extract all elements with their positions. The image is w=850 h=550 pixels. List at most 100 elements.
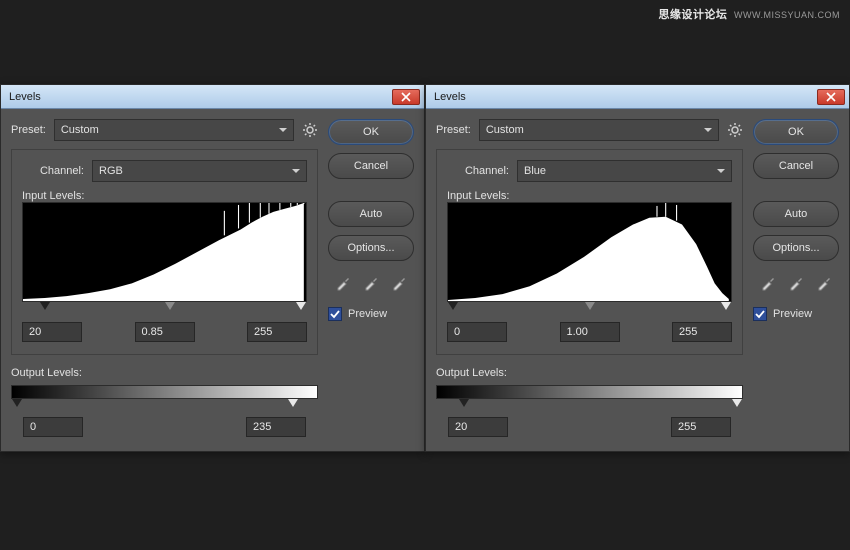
preset-value: Custom xyxy=(486,124,524,136)
dialog-right: OK Cancel Auto Options... Preview xyxy=(753,119,839,437)
input-values: 0 1.00 255 xyxy=(447,322,732,342)
output-slider-track[interactable] xyxy=(436,399,743,413)
preset-select[interactable]: Custom xyxy=(479,119,719,141)
input-gamma-field[interactable]: 1.00 xyxy=(560,322,620,342)
preset-menu-button[interactable] xyxy=(302,122,318,138)
eyedropper-icon xyxy=(760,275,776,291)
input-values: 20 0.85 255 xyxy=(22,322,307,342)
cancel-button[interactable]: Cancel xyxy=(753,153,839,179)
histogram-svg xyxy=(23,203,306,301)
auto-button[interactable]: Auto xyxy=(328,201,414,227)
options-button[interactable]: Options... xyxy=(753,235,839,261)
preset-select[interactable]: Custom xyxy=(54,119,294,141)
spacer xyxy=(328,187,414,193)
white-eyedropper[interactable] xyxy=(814,273,834,293)
output-black-slider[interactable] xyxy=(12,399,22,412)
gear-icon xyxy=(728,123,742,137)
preview-checkbox[interactable] xyxy=(328,307,342,321)
close-icon xyxy=(826,92,836,102)
channel-group: Channel: Blue Input Levels: xyxy=(436,149,743,355)
dialog-title: Levels xyxy=(434,91,466,103)
output-levels-label: Output Levels: xyxy=(436,367,743,379)
channel-label: Channel: xyxy=(447,165,509,177)
black-eyedropper[interactable] xyxy=(333,273,353,293)
eyedropper-row xyxy=(328,273,414,293)
cancel-button[interactable]: Cancel xyxy=(328,153,414,179)
gray-eyedropper[interactable] xyxy=(361,273,381,293)
preset-label: Preset: xyxy=(436,124,471,136)
white-point-slider[interactable] xyxy=(296,302,306,315)
dialog-body: Preset: Custom Channel: Blue Input Level… xyxy=(426,109,849,451)
black-point-slider[interactable] xyxy=(40,302,50,315)
histogram-svg xyxy=(448,203,731,301)
auto-button[interactable]: Auto xyxy=(753,201,839,227)
histogram xyxy=(22,202,307,302)
input-black-field[interactable]: 0 xyxy=(447,322,507,342)
output-slider-track[interactable] xyxy=(11,399,318,413)
output-black-field[interactable]: 0 xyxy=(23,417,83,437)
titlebar[interactable]: Levels xyxy=(426,85,849,109)
eyedropper-icon xyxy=(816,275,832,291)
input-gamma-field[interactable]: 0.85 xyxy=(135,322,195,342)
channel-group: Channel: RGB Input Levels: xyxy=(11,149,318,355)
preset-label: Preset: xyxy=(11,124,46,136)
input-black-field[interactable]: 20 xyxy=(22,322,82,342)
spacer xyxy=(753,187,839,193)
black-eyedropper[interactable] xyxy=(758,273,778,293)
output-values: 20 255 xyxy=(436,417,743,437)
channel-value: RGB xyxy=(99,165,123,177)
titlebar[interactable]: Levels xyxy=(1,85,424,109)
output-white-field[interactable]: 255 xyxy=(671,417,731,437)
preset-value: Custom xyxy=(61,124,99,136)
input-white-field[interactable]: 255 xyxy=(672,322,732,342)
levels-dialog: Levels Preset: Custom Channel: RGB xyxy=(0,84,425,452)
white-eyedropper[interactable] xyxy=(389,273,409,293)
channel-select[interactable]: RGB xyxy=(92,160,307,182)
ok-button[interactable]: OK xyxy=(328,119,414,145)
preset-row: Preset: Custom xyxy=(436,119,743,141)
channel-label: Channel: xyxy=(22,165,84,177)
output-black-slider[interactable] xyxy=(459,399,469,412)
output-white-field[interactable]: 235 xyxy=(246,417,306,437)
check-icon xyxy=(330,309,340,319)
watermark-url: WWW.MISSYUAN.COM xyxy=(734,10,840,20)
output-gradient xyxy=(436,385,743,399)
input-levels-label: Input Levels: xyxy=(447,190,732,202)
close-icon xyxy=(401,92,411,102)
watermark: 思缘设计论坛 WWW.MISSYUAN.COM xyxy=(658,6,840,22)
gamma-slider[interactable] xyxy=(165,302,175,315)
dialogs-container: Levels Preset: Custom Channel: RGB xyxy=(0,84,850,452)
preview-row: Preview xyxy=(753,307,839,321)
input-white-field[interactable]: 255 xyxy=(247,322,307,342)
white-point-slider[interactable] xyxy=(721,302,731,315)
gray-eyedropper[interactable] xyxy=(786,273,806,293)
preview-checkbox[interactable] xyxy=(753,307,767,321)
output-levels-label: Output Levels: xyxy=(11,367,318,379)
black-point-slider[interactable] xyxy=(448,302,458,315)
input-levels-label: Input Levels: xyxy=(22,190,307,202)
output-black-field[interactable]: 20 xyxy=(448,417,508,437)
output-gradient xyxy=(11,385,318,399)
preview-label: Preview xyxy=(348,308,387,320)
histogram-wrap: 0 1.00 255 xyxy=(447,202,732,342)
dialog-body: Preset: Custom Channel: RGB Input Levels… xyxy=(1,109,424,451)
preview-row: Preview xyxy=(328,307,414,321)
output-white-slider[interactable] xyxy=(732,399,742,412)
check-icon xyxy=(755,309,765,319)
close-button[interactable] xyxy=(392,89,420,105)
input-slider-track[interactable] xyxy=(447,302,732,316)
options-button[interactable]: Options... xyxy=(328,235,414,261)
eyedropper-icon xyxy=(363,275,379,291)
eyedropper-icon xyxy=(335,275,351,291)
gamma-slider[interactable] xyxy=(585,302,595,315)
dialog-title: Levels xyxy=(9,91,41,103)
preset-row: Preset: Custom xyxy=(11,119,318,141)
output-white-slider[interactable] xyxy=(288,399,298,412)
ok-button[interactable]: OK xyxy=(753,119,839,145)
channel-select[interactable]: Blue xyxy=(517,160,732,182)
output-values: 0 235 xyxy=(11,417,318,437)
input-slider-track[interactable] xyxy=(22,302,307,316)
close-button[interactable] xyxy=(817,89,845,105)
preset-menu-button[interactable] xyxy=(727,122,743,138)
channel-row: Channel: Blue xyxy=(447,160,732,182)
